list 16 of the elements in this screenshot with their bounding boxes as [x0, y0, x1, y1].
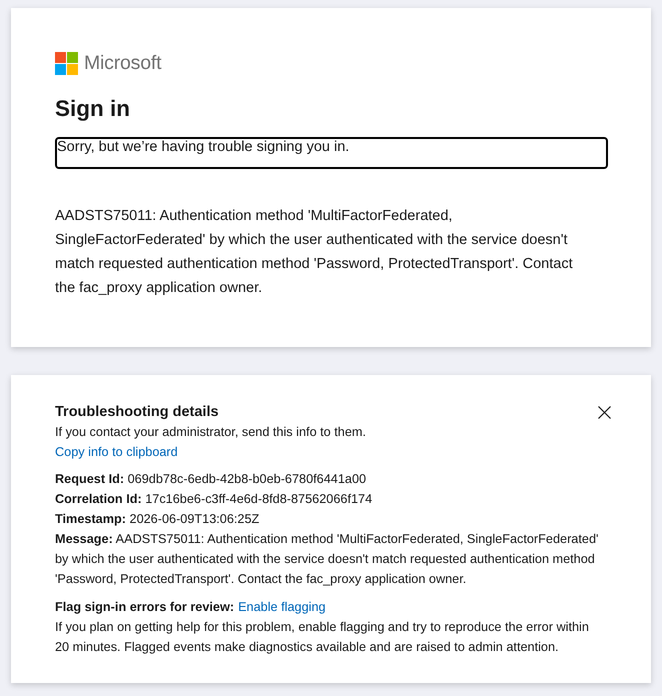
brand-wordmark: Microsoft	[84, 52, 162, 75]
detail-text: Message: AADSTS75011: Authentication method 'MultiFactorFederated, SingleFactorFederated' by which the user authenticated with the service doesn't match requested authentication method 'Password, ProtectedTransport'. Contact the fac_proxy application owner.	[55, 531, 600, 588]
flag-errors-label: Flag sign-in errors for review:	[55, 599, 234, 616]
enable-flagging-link[interactable]: Enable flagging	[238, 597, 326, 617]
flagging-description: If you plan on getting help for this problem, enable flagging and try to reproduce the error within 20 minutes. Flagged events make diagnostics available and are raised to admin attention.	[55, 619, 590, 656]
page-heading: Sign in	[55, 95, 130, 123]
error-alert: Sorry, but we’re having trouble signing you in.	[55, 137, 608, 169]
close-icon	[598, 406, 610, 418]
detail-text: Timestamp: 2026-06-09T13:06:25Z	[55, 511, 260, 528]
troubleshooting-subtitle: If you contact your administrator, send this info to them.	[55, 424, 366, 441]
four-squares-logo-icon	[55, 52, 78, 75]
troubleshooting-title: Troubleshooting details	[55, 403, 219, 422]
copy-info-link[interactable]: Copy info to clipboard	[55, 442, 178, 462]
detail-text: Correlation Id: 17c16be6-c3ff-4e6d-8fd8-87562066f174	[55, 491, 374, 508]
error-description: AADSTS75011: Authentication method 'MultiFactorFederated, SingleFactorFederated' by which the user authenticated with the service doesn't match requested authentication method 'Password, ProtectedTransport'. Contact the fac_proxy application owner.	[55, 207, 574, 298]
detail-text: Request Id: 069db78c-6edb-42b8-b0eb-6780f6441a00	[55, 471, 368, 488]
